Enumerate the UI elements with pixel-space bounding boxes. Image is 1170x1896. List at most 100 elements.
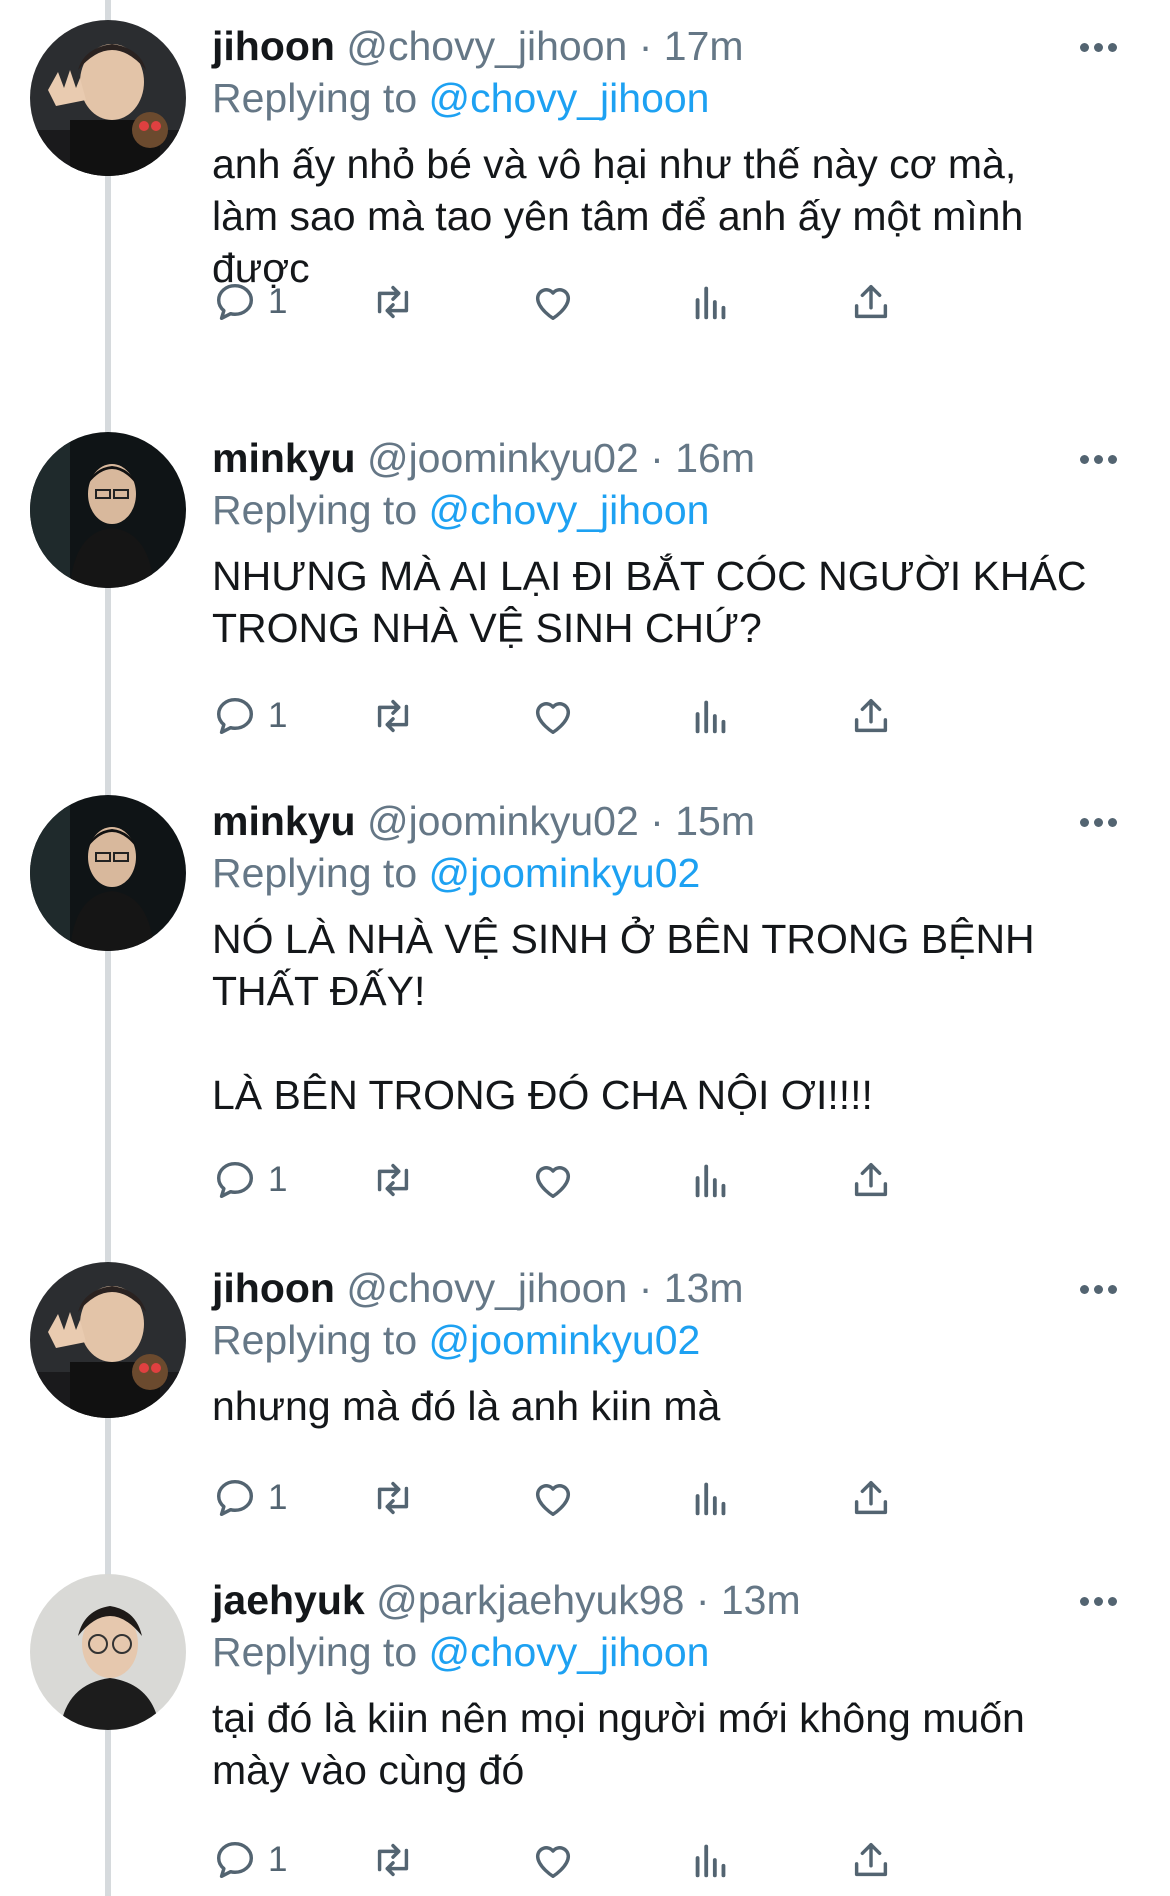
action-bar: 1 (212, 1830, 1092, 1890)
avatar-jihoon[interactable] (30, 20, 186, 176)
handle[interactable]: @joominkyu02 (367, 435, 639, 481)
share-icon (854, 1162, 888, 1197)
timestamp[interactable]: · 13m (639, 1265, 744, 1311)
more-icon[interactable] (1072, 432, 1132, 484)
share-icon (854, 1480, 888, 1515)
tweet-text: anh ấy nhỏ bé và vô hại như thế này cơ m… (212, 141, 1024, 291)
display-name[interactable]: minkyu (212, 435, 356, 481)
views-icon (695, 1844, 726, 1878)
timestamp[interactable]: · 13m (696, 1577, 801, 1623)
replying-to-link[interactable]: @joominkyu02 (429, 1317, 701, 1363)
more-icon[interactable] (1072, 795, 1132, 847)
reply-button[interactable]: 1 (212, 272, 287, 332)
handle[interactable]: @joominkyu02 (367, 798, 639, 844)
share-button[interactable] (848, 686, 894, 746)
avatar-jihoon[interactable] (30, 1262, 186, 1418)
display-name[interactable]: jaehyuk (212, 1577, 365, 1623)
share-button[interactable] (848, 1830, 894, 1890)
tweet-header: minkyu @joominkyu02 · 15m (212, 795, 755, 847)
reply-icon (216, 1161, 254, 1199)
share-button[interactable] (848, 272, 894, 332)
replying-to-link[interactable]: @chovy_jihoon (429, 1629, 710, 1675)
retweet-icon (377, 285, 409, 319)
tweet-header: jihoon @chovy_jihoon · 17m (212, 20, 744, 72)
reply-count: 1 (268, 1478, 288, 1517)
replying-to: Replying to @chovy_jihoon (212, 484, 710, 536)
views-icon (695, 1164, 726, 1198)
reply-icon (216, 1841, 254, 1879)
reply-button[interactable]: 1 (212, 686, 287, 746)
retweet-button[interactable] (370, 1150, 416, 1210)
replying-to: Replying to @joominkyu02 (212, 847, 700, 899)
tweet-text: tại đó là kiin nên mọi người mới không m… (212, 1695, 1025, 1793)
replying-to-link[interactable]: @chovy_jihoon (429, 75, 710, 121)
like-icon (535, 288, 571, 321)
display-name[interactable]: jihoon (212, 23, 335, 69)
views-button[interactable] (688, 1468, 734, 1528)
retweet-icon (377, 699, 409, 733)
tweet-header: minkyu @joominkyu02 · 16m (212, 432, 755, 484)
share-button[interactable] (848, 1468, 894, 1528)
replying-prefix: Replying to (212, 1629, 418, 1675)
views-button[interactable] (688, 1830, 734, 1890)
like-icon (535, 702, 571, 735)
more-icon[interactable] (1072, 1574, 1132, 1626)
handle[interactable]: @chovy_jihoon (346, 23, 627, 69)
timestamp[interactable]: · 15m (650, 798, 755, 844)
reply-count: 1 (268, 1160, 288, 1199)
tweet-header: jihoon @chovy_jihoon · 13m (212, 1262, 744, 1314)
retweet-button[interactable] (370, 272, 416, 332)
like-button[interactable] (530, 686, 576, 746)
action-bar: 1 (212, 1468, 1092, 1528)
retweet-icon (377, 1163, 409, 1197)
more-icon[interactable] (1072, 20, 1132, 72)
handle[interactable]: @chovy_jihoon (346, 1265, 627, 1311)
like-button[interactable] (530, 1150, 576, 1210)
views-button[interactable] (688, 272, 734, 332)
tweet-header: jaehyuk @parkjaehyuk98 · 13m (212, 1574, 801, 1626)
share-icon (854, 1842, 888, 1877)
replying-to-link[interactable]: @chovy_jihoon (429, 487, 710, 533)
replying-prefix: Replying to (212, 1317, 418, 1363)
reply-button[interactable]: 1 (212, 1150, 287, 1210)
reply-button[interactable]: 1 (212, 1830, 287, 1890)
reply-button[interactable]: 1 (212, 1468, 287, 1528)
retweet-icon (377, 1843, 409, 1877)
views-icon (695, 1482, 726, 1516)
more-icon[interactable] (1072, 1262, 1132, 1314)
like-icon (535, 1484, 571, 1517)
tweet-text: NÓ LÀ NHÀ VỆ SINH Ở BÊN TRONG BỆNH THẤT … (212, 916, 1035, 1118)
retweet-button[interactable] (370, 1830, 416, 1890)
like-icon (535, 1166, 571, 1199)
avatar-minkyu[interactable] (30, 432, 186, 588)
timestamp[interactable]: · 17m (639, 23, 744, 69)
like-icon (535, 1846, 571, 1879)
display-name[interactable]: jihoon (212, 1265, 335, 1311)
share-button[interactable] (848, 1150, 894, 1210)
timestamp[interactable]: · 16m (650, 435, 755, 481)
handle[interactable]: @parkjaehyuk98 (376, 1577, 684, 1623)
retweet-button[interactable] (370, 686, 416, 746)
action-bar: 1 (212, 686, 1092, 746)
retweet-button[interactable] (370, 1468, 416, 1528)
replying-prefix: Replying to (212, 487, 418, 533)
share-icon (854, 284, 888, 319)
views-button[interactable] (688, 686, 734, 746)
avatar-minkyu[interactable] (30, 795, 186, 951)
replying-to: Replying to @chovy_jihoon (212, 1626, 710, 1678)
avatar-jaehyuk[interactable] (30, 1574, 186, 1730)
views-button[interactable] (688, 1150, 734, 1210)
like-button[interactable] (530, 272, 576, 332)
action-bar: 1 (212, 272, 1092, 332)
reply-count: 1 (268, 696, 288, 735)
like-button[interactable] (530, 1468, 576, 1528)
replying-prefix: Replying to (212, 75, 418, 121)
display-name[interactable]: minkyu (212, 798, 356, 844)
action-bar: 1 (212, 1150, 1092, 1210)
replying-prefix: Replying to (212, 850, 418, 896)
views-icon (695, 700, 726, 734)
share-icon (854, 698, 888, 733)
replying-to-link[interactable]: @joominkyu02 (429, 850, 701, 896)
like-button[interactable] (530, 1830, 576, 1890)
views-icon (695, 286, 726, 320)
